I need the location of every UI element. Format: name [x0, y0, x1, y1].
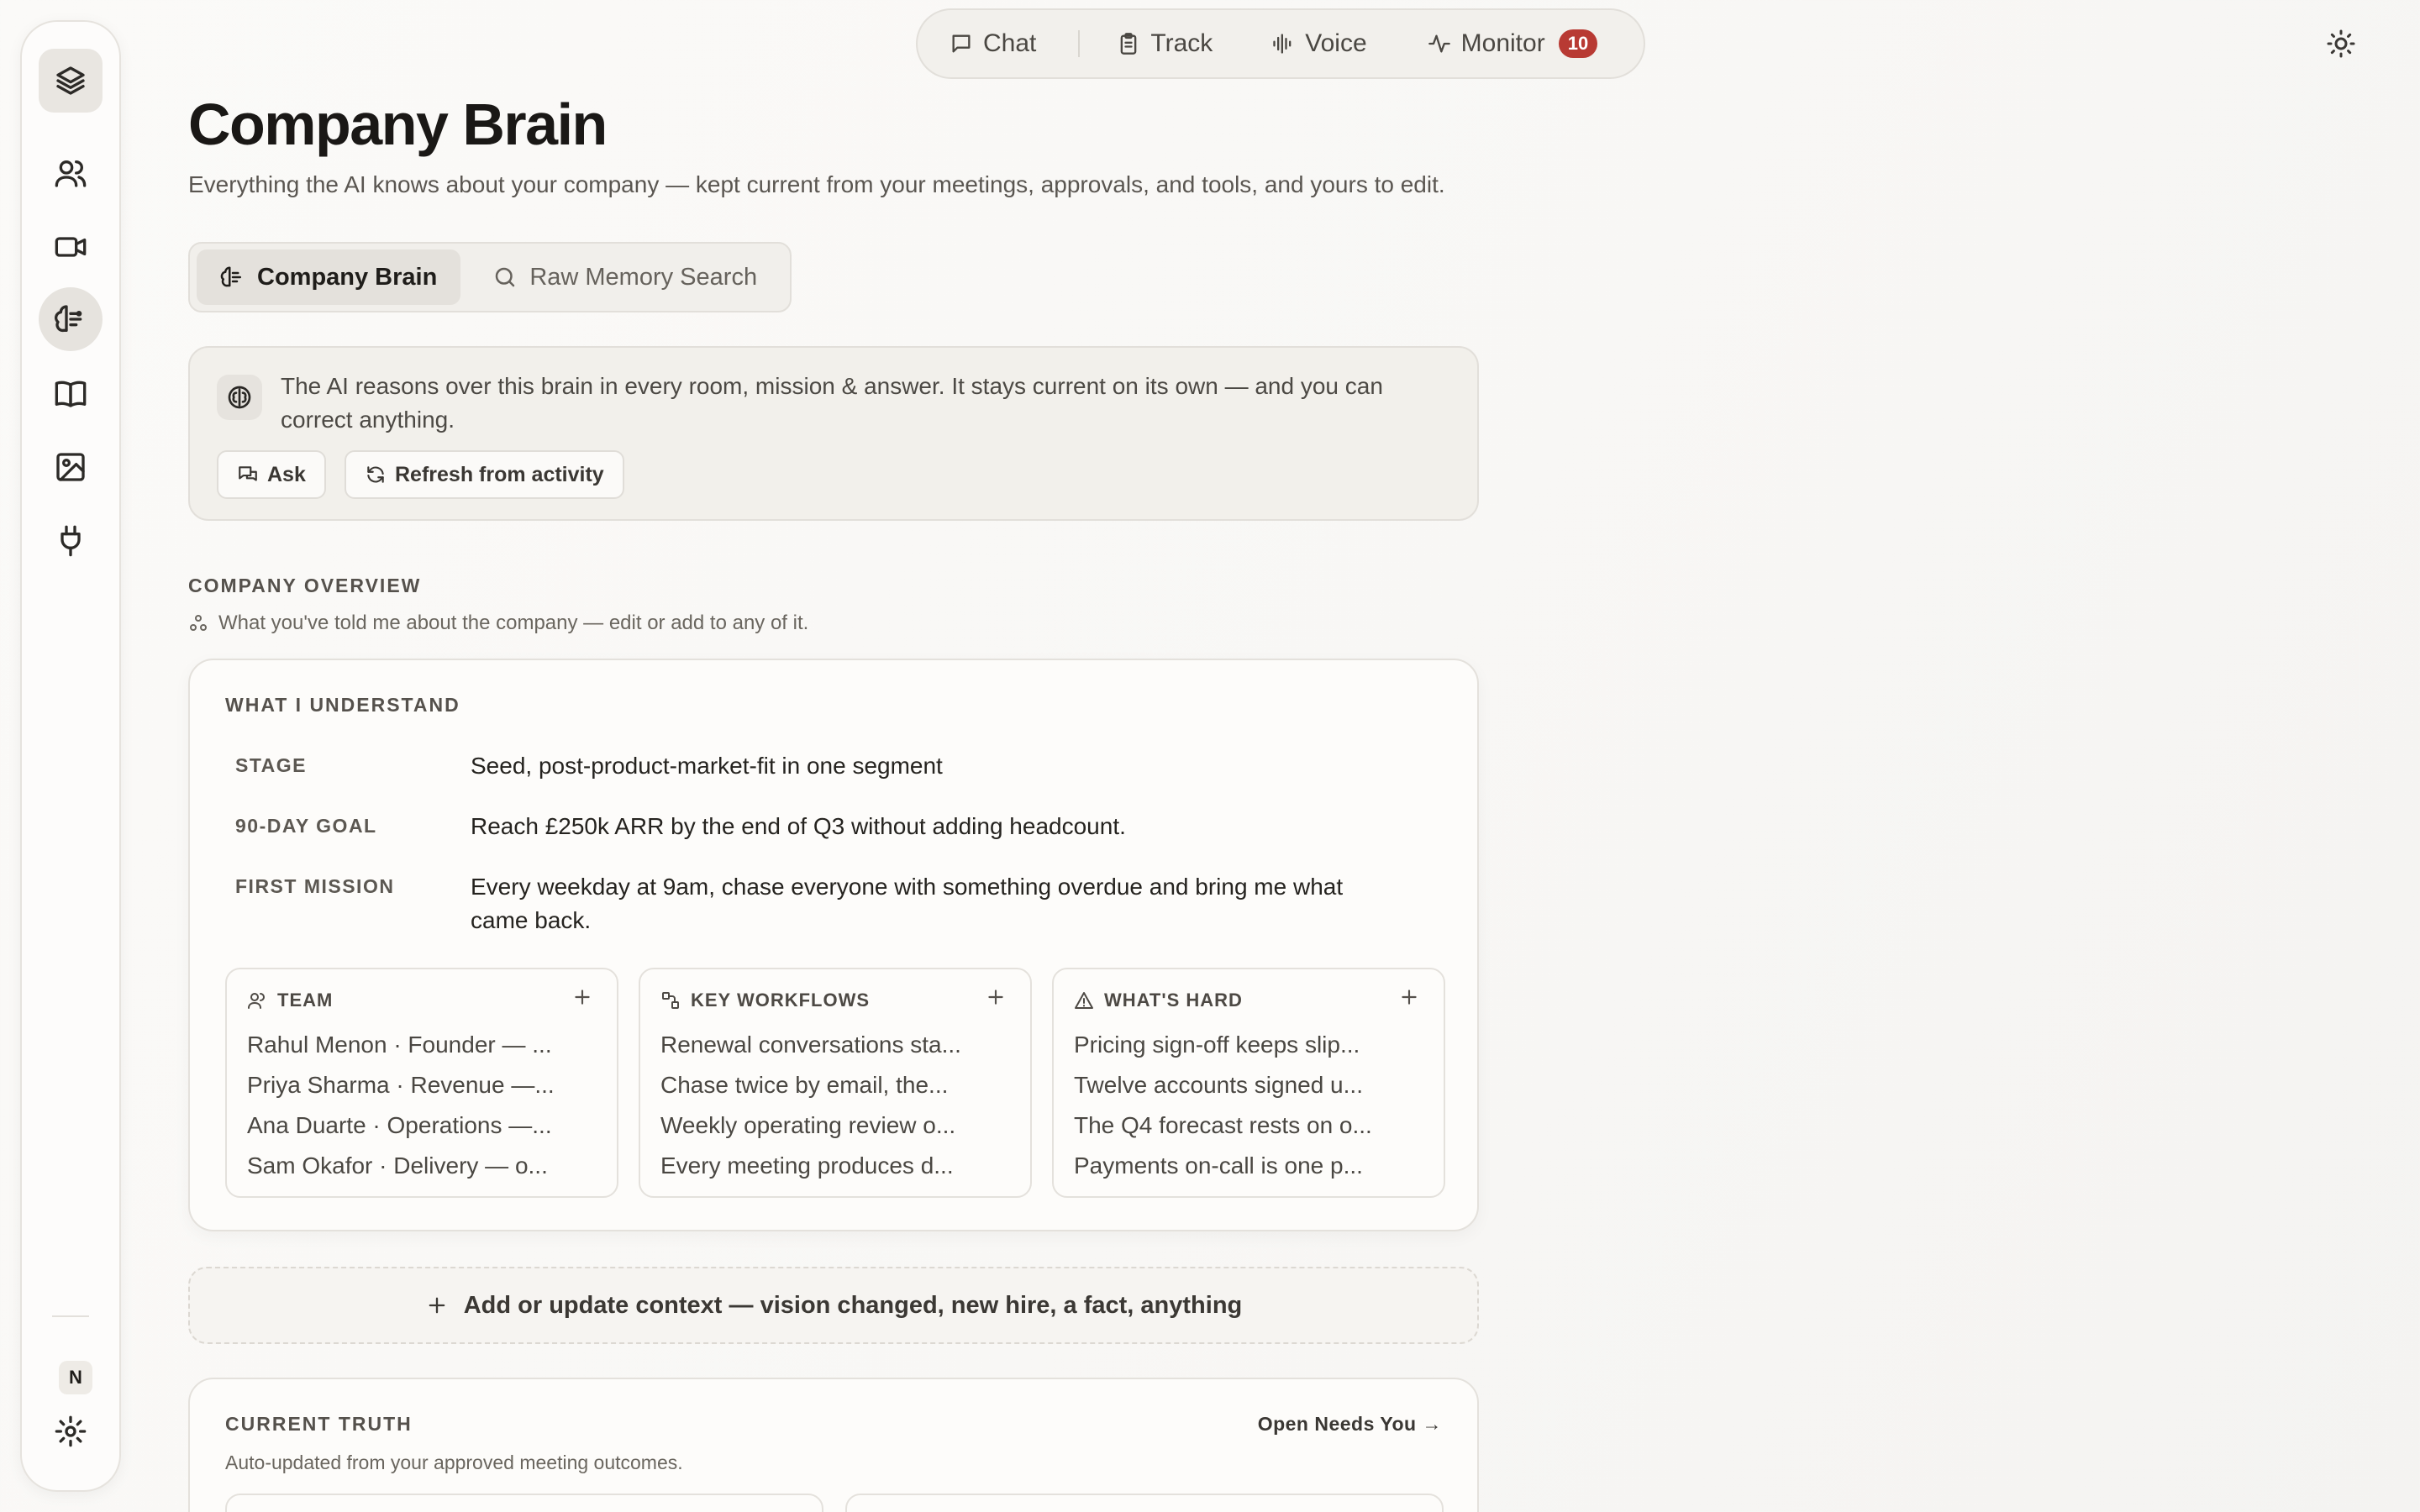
nav-chat[interactable]: Chat	[950, 29, 1036, 58]
sun-theme-toggle-icon[interactable]	[2326, 29, 2360, 62]
list-item[interactable]: Renewal conversations sta...	[660, 1025, 961, 1065]
monitor-count-badge: 10	[1558, 29, 1598, 58]
list-item[interactable]: Chase twice by email, the...	[660, 1065, 961, 1105]
list-item[interactable]: Priya Sharma · Revenue —...	[247, 1065, 555, 1105]
field-key-mission: FIRST MISSION	[235, 875, 395, 897]
tab-raw-memory-search-label: Raw Memory Search	[529, 263, 758, 291]
ask-button[interactable]: Ask	[217, 450, 326, 499]
team-list: Rahul Menon · Founder — ... Priya Sharma…	[247, 1025, 555, 1186]
info-banner: The AI reasons over this brain in every …	[188, 346, 1479, 521]
company-overview-note-text: What you've told me about the company — …	[218, 612, 809, 634]
field-key-stage: STAGE	[235, 754, 308, 776]
plus-icon	[425, 1294, 449, 1317]
workflows-panel-header: KEY WORKFLOWS	[660, 990, 870, 1011]
truth-item-card[interactable]	[845, 1494, 1444, 1512]
current-truth-title: CURRENT TRUTH	[225, 1413, 413, 1435]
page-subtitle: Everything the AI knows about your compa…	[188, 171, 1445, 197]
list-item[interactable]: Twelve accounts signed u...	[1074, 1065, 1372, 1105]
activity-pulse-icon	[1428, 32, 1451, 55]
list-item[interactable]: Every meeting produces d...	[660, 1146, 961, 1186]
brain-icon	[220, 265, 245, 290]
refresh-button-label: Refresh from activity	[395, 462, 604, 486]
workflow-icon	[660, 990, 681, 1011]
team-panel-header: TEAM	[247, 990, 333, 1011]
search-icon	[492, 265, 518, 290]
team-add-plus-icon[interactable]	[571, 986, 597, 1011]
refresh-icon	[365, 464, 387, 486]
whats-hard-panel-header: WHAT'S HARD	[1074, 990, 1243, 1011]
chat-bubbles-icon	[237, 464, 259, 486]
chat-bubble-icon	[950, 32, 973, 55]
add-context-button[interactable]: Add or update context — vision changed, …	[188, 1267, 1479, 1344]
refresh-from-activity-button[interactable]: Refresh from activity	[345, 450, 624, 499]
list-item[interactable]: Pricing sign-off keeps slip...	[1074, 1025, 1372, 1065]
nodes-icon	[188, 613, 208, 633]
warning-triangle-icon	[1074, 990, 1094, 1011]
truth-item-card[interactable]	[225, 1494, 823, 1512]
workflows-add-plus-icon[interactable]	[985, 986, 1010, 1011]
people-icon[interactable]	[39, 141, 103, 205]
field-value-mission[interactable]: Every weekday at 9am, chase everyone wit…	[471, 870, 1344, 937]
sidebar-divider	[52, 1315, 89, 1317]
tab-company-brain[interactable]: Company Brain	[197, 249, 461, 305]
company-overview-label: COMPANY OVERVIEW	[188, 575, 422, 596]
whats-hard-panel-title: WHAT'S HARD	[1104, 990, 1243, 1011]
nav-track[interactable]: Track	[1117, 29, 1213, 58]
open-needs-you-link[interactable]: Open Needs You →	[1258, 1413, 1442, 1436]
nav-voice-label: Voice	[1305, 29, 1367, 57]
key-workflows-panel: KEY WORKFLOWS Renewal conversations sta.…	[639, 968, 1032, 1198]
workflows-panel-title: KEY WORKFLOWS	[691, 990, 871, 1011]
sidebar: N	[20, 20, 121, 1492]
list-item[interactable]: Rahul Menon · Founder — ...	[247, 1025, 555, 1065]
waveform-icon	[1271, 32, 1295, 55]
banner-text: The AI reasons over this brain in every …	[281, 373, 1383, 433]
field-value-stage[interactable]: Seed, post-product-market-fit in one seg…	[471, 749, 1428, 783]
list-item[interactable]: Payments on-call is one p...	[1074, 1146, 1372, 1186]
nav-monitor-label: Monitor	[1460, 29, 1545, 57]
what-i-understand-card: WHAT I UNDERSTAND STAGE Seed, post-produ…	[188, 659, 1479, 1231]
user-avatar[interactable]: N	[59, 1361, 92, 1394]
settings-gear-icon[interactable]	[39, 1399, 103, 1463]
clipboard-icon	[1117, 32, 1140, 55]
current-truth-card: CURRENT TRUTH Open Needs You → Auto-upda…	[188, 1378, 1479, 1512]
nav-track-label: Track	[1150, 29, 1213, 57]
whats-hard-add-plus-icon[interactable]	[1398, 986, 1423, 1011]
page-title: Company Brain	[188, 92, 608, 157]
team-panel: TEAM Rahul Menon · Founder — ... Priya S…	[225, 968, 618, 1198]
workflows-list: Renewal conversations sta... Chase twice…	[660, 1025, 961, 1186]
tab-raw-memory-search[interactable]: Raw Memory Search	[469, 249, 781, 305]
ask-button-label: Ask	[267, 462, 306, 486]
field-key-goal: 90-DAY GOAL	[235, 815, 377, 837]
current-truth-note: Auto-updated from your approved meeting …	[225, 1452, 683, 1473]
list-item[interactable]: Sam Okafor · Delivery — o...	[247, 1146, 555, 1186]
company-overview-note: What you've told me about the company — …	[188, 612, 808, 635]
brain-circle-icon	[217, 375, 262, 420]
field-value-goal[interactable]: Reach £250k ARR by the end of Q3 without…	[471, 810, 1428, 843]
list-item[interactable]: The Q4 forecast rests on o...	[1074, 1105, 1372, 1146]
video-camera-icon[interactable]	[39, 215, 103, 279]
team-panel-title: TEAM	[277, 990, 334, 1011]
nav-voice[interactable]: Voice	[1271, 29, 1367, 58]
nav-chat-label: Chat	[983, 29, 1037, 57]
list-item[interactable]: Ana Duarte · Operations —...	[247, 1105, 555, 1146]
card-title: WHAT I UNDERSTAND	[225, 694, 460, 716]
nav-separator	[1078, 30, 1081, 57]
image-icon[interactable]	[39, 435, 103, 499]
whats-hard-panel: WHAT'S HARD Pricing sign-off keeps slip.…	[1052, 968, 1445, 1198]
add-context-label: Add or update context — vision changed, …	[463, 1291, 1243, 1319]
top-nav: Chat Track Voice Monitor 10	[916, 8, 1645, 79]
book-icon[interactable]	[39, 361, 103, 425]
list-item[interactable]: Weekly operating review o...	[660, 1105, 961, 1146]
layers-icon[interactable]	[39, 49, 103, 113]
tab-company-brain-label: Company Brain	[257, 263, 438, 291]
whats-hard-list: Pricing sign-off keeps slip... Twelve ac…	[1074, 1025, 1372, 1186]
nav-monitor[interactable]: Monitor 10	[1428, 29, 1598, 58]
brain-icon[interactable]	[39, 287, 103, 351]
plug-icon[interactable]	[39, 509, 103, 573]
view-tabs: Company Brain Raw Memory Search	[188, 242, 792, 312]
people-icon	[247, 990, 267, 1011]
